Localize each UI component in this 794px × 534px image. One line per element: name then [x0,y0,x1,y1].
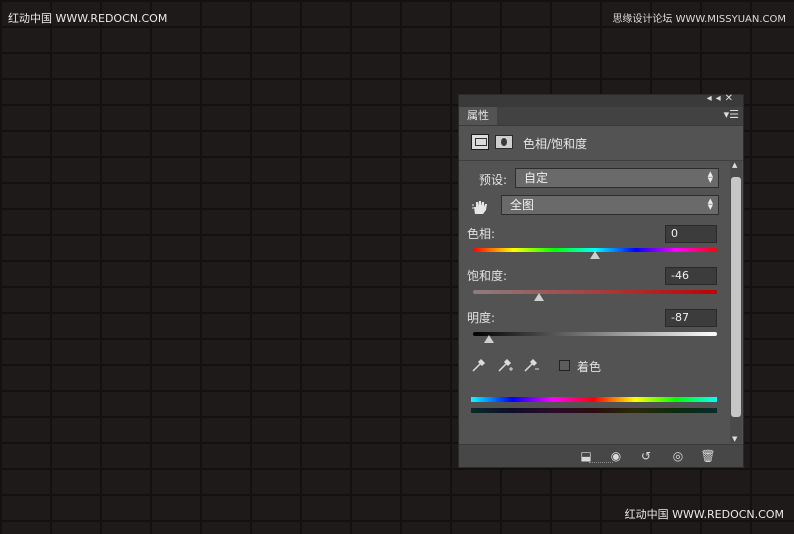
saturation-slider-thumb[interactable] [533,293,544,301]
eyedropper-icon[interactable] [471,357,487,373]
colorize-label: 着色 [577,360,602,374]
preset-select-value: 自定 [524,171,549,185]
channel-select-value: 全图 [510,198,535,212]
lightness-slider-thumb[interactable] [483,335,494,343]
eyedropper-plus-icon[interactable] [497,357,513,373]
scroll-up-icon[interactable]: ▲ [732,161,737,169]
panel-bottom-toolbar: ⬓ ◉ ↺ ◎ 🗑 [459,444,743,467]
close-icon[interactable]: ✕ [725,93,737,104]
mask-icon[interactable] [495,135,513,149]
tab-properties[interactable]: 属性 [459,107,497,125]
adjustment-title: 色相/饱和度 [523,137,588,151]
watermark-bottom-right: 红动中国 WWW.REDOCN.COM [624,508,784,521]
hue-input[interactable]: 0 [665,225,717,243]
resize-grip[interactable] [589,462,613,466]
preset-label: 预设: [479,173,508,187]
select-arrows-icon: ▲ ▼ [707,197,713,211]
watermark-top-right: 思缘设计论坛 WWW.MISSYUAN.COM [612,14,786,25]
reset-icon[interactable]: ↺ [637,448,655,464]
saturation-label: 饱和度: [467,269,508,283]
hue-slider-thumb[interactable] [590,251,600,259]
lightness-input[interactable]: -87 [665,309,717,327]
eyedropper-minus-icon[interactable] [523,357,539,373]
output-color-bar [471,408,717,413]
visibility-eye-icon[interactable]: ◎ [669,448,687,464]
channel-select[interactable]: 全图 ▲ ▼ [501,195,719,215]
scroll-down-icon[interactable]: ▼ [732,435,737,443]
saturation-slider-track[interactable] [473,290,717,294]
lightness-slider-track[interactable] [473,332,717,336]
trash-icon[interactable]: 🗑 [699,448,717,464]
saturation-input[interactable]: -46 [665,267,717,285]
hand-tool-icon[interactable] [471,199,489,215]
panel-menu-icon[interactable]: ▾☰ [724,108,739,121]
select-arrows-icon: ▲ ▼ [707,170,713,184]
watermark-top-left: 红动中国 WWW.REDOCN.COM [8,12,168,25]
properties-panel: ◂◂✕ 属性 ▾☰ 色相/饱和度 ▲ ▼ 预设: 自定 ▲ ▼ 全图 ▲ ▼ 色相:… [458,93,744,468]
panel-titlebar: ◂◂✕ [459,93,743,107]
colorize-checkbox[interactable] [559,360,570,371]
panel-scrollbar[interactable]: ▲ ▼ [730,161,742,443]
panel-tab-row: 属性 ▾☰ [459,107,743,126]
scrollbar-thumb[interactable] [731,177,741,417]
panel-header: 色相/饱和度 [459,126,743,161]
lightness-label: 明度: [467,311,496,325]
collapse-icon[interactable]: ◂◂ [707,93,725,104]
input-color-bar [471,397,717,402]
adjustment-icon[interactable] [471,134,489,150]
hue-label: 色相: [467,227,496,241]
preset-select[interactable]: 自定 ▲ ▼ [515,168,719,188]
